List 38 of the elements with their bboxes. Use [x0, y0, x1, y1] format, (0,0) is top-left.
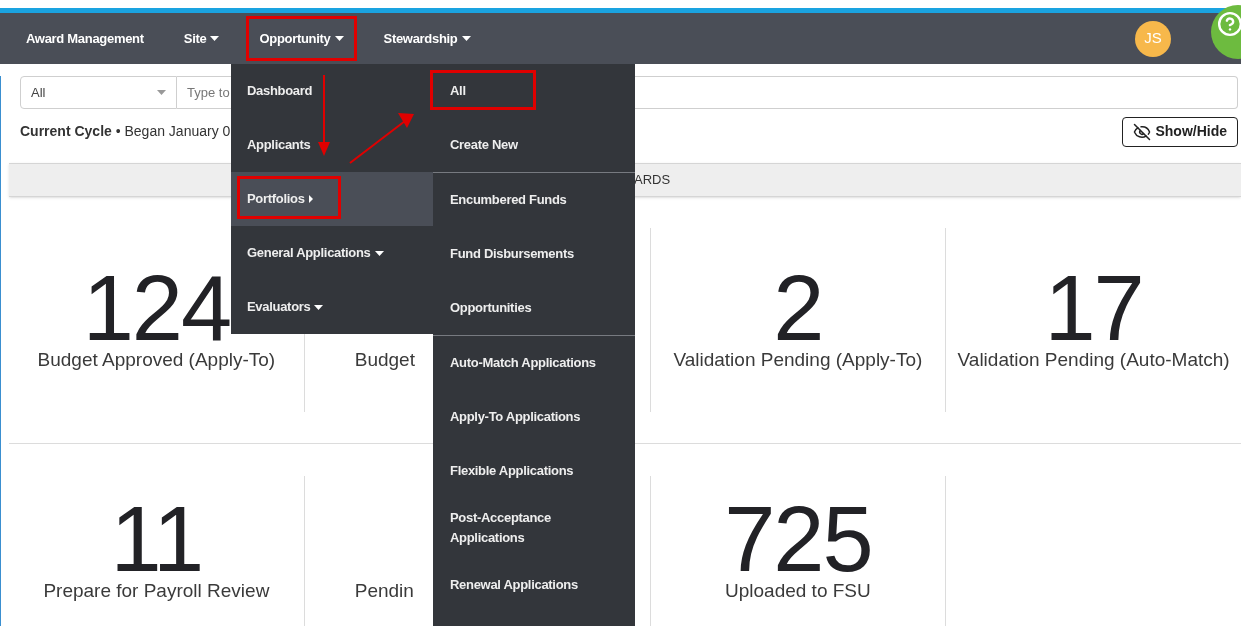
nav-menu-item[interactable]: Site: [173, 18, 230, 59]
stat-label: Validation Pending (Auto-Match): [957, 348, 1230, 372]
caret-icon: [210, 36, 220, 41]
dropdown-menu-item[interactable]: Evaluators: [231, 280, 433, 334]
stat-label: Uploaded to FSU: [725, 579, 871, 603]
annotation-arrow: [349, 113, 414, 164]
stat-number: 17: [1044, 268, 1143, 348]
stat-label: Validation Pending (Apply-To): [673, 348, 923, 372]
stat-number: 2: [773, 268, 823, 348]
nav-menu-item[interactable]: Opportunity: [249, 18, 354, 59]
stat-label: Pendin: [354, 579, 414, 603]
submenu-item[interactable]: Auto-Match Applications: [433, 336, 635, 390]
help-icon: [1217, 10, 1241, 37]
caret-icon: [374, 250, 384, 256]
nav-menu-item[interactable]: Stewardship: [373, 18, 481, 59]
caret-icon: [308, 195, 313, 203]
caret-icon: [461, 36, 471, 41]
submenu-item[interactable]: Opportunities: [433, 281, 635, 335]
caret-icon: [334, 36, 344, 41]
stat-number: 124: [82, 268, 231, 348]
caret-icon: [314, 304, 324, 310]
eye-off-icon: [1133, 122, 1152, 141]
cycle-text: Current Cycle • Began January 0: [20, 122, 232, 141]
submenu-item[interactable]: Renewal Applications: [433, 558, 635, 612]
stat-label: Budget: [354, 348, 415, 372]
stat-label: Prepare for Payroll Review: [43, 579, 270, 603]
submenu-item[interactable]: Apply-To Applications: [433, 390, 635, 444]
dropdown-menu-item[interactable]: General Applications: [231, 226, 433, 280]
submenu-item[interactable]: Flexible Applications: [433, 444, 635, 498]
stat-number: 725: [724, 499, 872, 579]
nav-menu-item[interactable]: Award Management: [16, 18, 154, 59]
submenu-item[interactable]: Post-Acceptance Applications: [433, 498, 635, 558]
submenu-item[interactable]: Fund Disbursements: [433, 227, 635, 281]
show-hide-button[interactable]: Show/Hide: [1122, 116, 1238, 147]
caret-icon: [157, 90, 166, 95]
stat-label: Budget Approved (Apply-To): [37, 348, 276, 372]
stat-number: 11: [110, 499, 203, 579]
filter-select[interactable]: All: [20, 76, 177, 109]
